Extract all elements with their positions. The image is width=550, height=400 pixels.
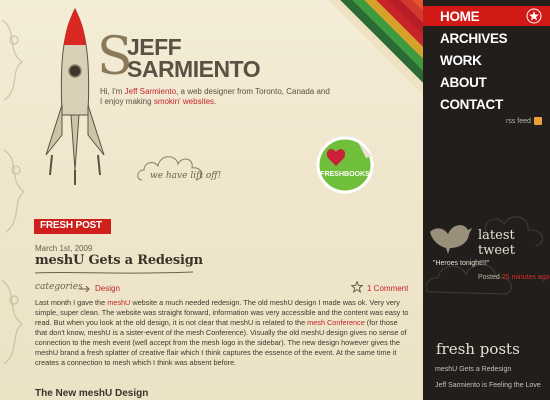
nav-label-archives: ARCHIVES xyxy=(440,30,508,46)
categories-label: categories xyxy=(35,282,83,292)
cloud-doodle xyxy=(137,156,203,181)
mesh-conference-link[interactable]: mesh Conference xyxy=(307,318,365,327)
nav-item-contact[interactable]: CONTACT xyxy=(423,94,550,114)
nav-label-about: ABOUT xyxy=(440,74,487,90)
rss-icon xyxy=(533,117,542,125)
bird-icon xyxy=(430,225,472,254)
floral-ornament-left xyxy=(1,19,26,365)
nav-item-work[interactable]: WORK xyxy=(423,50,550,70)
arrow-icon xyxy=(79,286,90,292)
post-subheading: The New meshU Design xyxy=(35,388,149,399)
intro-name-link[interactable]: Jeff Sarmiento xyxy=(125,87,176,96)
logo-last-name: SARMIENTO xyxy=(127,56,261,82)
freshbooks-badge[interactable]: FRESHBOOKS xyxy=(316,136,374,194)
fresh-posts-title: fresh posts xyxy=(436,340,520,358)
intro-highlight-link[interactable]: smokin' websites xyxy=(154,97,214,106)
fresh-post-item[interactable]: meshU Gets a Redesign xyxy=(435,366,511,373)
intro-text: Hi, I'm Jeff Sarmiento, a web designer f… xyxy=(100,87,330,106)
logo-name[interactable]: JEFF SARMIENTO xyxy=(127,34,261,82)
nav-label-home: HOME xyxy=(440,8,480,24)
tweet-time-link[interactable]: 25 minutes ago xyxy=(502,274,550,281)
star-icon xyxy=(526,8,542,24)
nav-item-about[interactable]: ABOUT xyxy=(423,72,550,92)
post-title[interactable]: meshU Gets a Redesign xyxy=(35,253,203,268)
post-date: March 1st, 2009 xyxy=(35,244,93,253)
fresh-post-item[interactable]: Jeff Sarmiento is Feeling the Love xyxy=(435,382,541,389)
decorative-stripes xyxy=(290,0,423,140)
latest-tweet-title: latest tweet xyxy=(478,228,515,258)
logo-first-name: JEFF xyxy=(127,34,182,60)
badge-label: FRESHBOOKS xyxy=(320,171,370,178)
tweet-text: "Heroes tonight!!!" xyxy=(433,260,490,267)
nav-item-archives[interactable]: ARCHIVES xyxy=(423,28,550,48)
nav-label-contact: CONTACT xyxy=(440,96,503,112)
rss-label: rss feed xyxy=(506,117,531,125)
fresh-post-label: FRESH POST xyxy=(40,220,102,231)
meshu-link[interactable]: meshU xyxy=(107,298,130,307)
nav-item-home[interactable]: HOME xyxy=(423,6,550,26)
post-body: Last month I gave the meshU website a mu… xyxy=(35,298,409,367)
comment-star-icon xyxy=(351,281,363,293)
category-link[interactable]: Design xyxy=(95,284,120,293)
title-underline xyxy=(35,271,194,274)
nav-label-work: WORK xyxy=(440,52,482,68)
tweet-posted: Posted 25 minutes ago xyxy=(478,274,550,281)
comments-link[interactable]: 1 Comment xyxy=(367,284,408,293)
rss-feed-link[interactable]: rss feed xyxy=(506,117,542,125)
liftoff-text: we have lift off! xyxy=(150,171,222,181)
